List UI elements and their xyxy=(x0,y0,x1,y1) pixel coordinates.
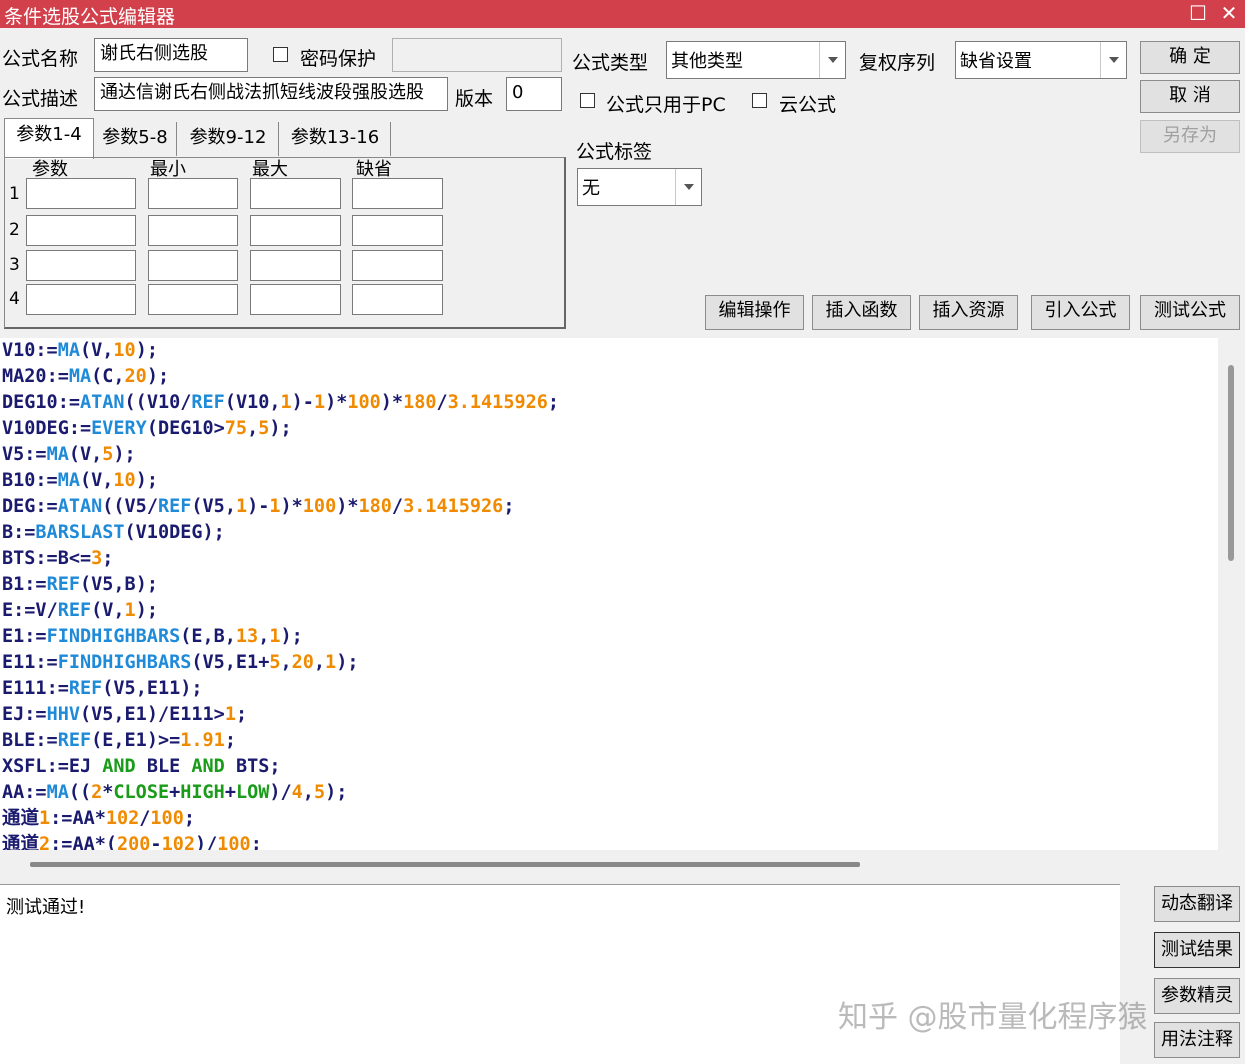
title-bar: 条件选股公式编辑器 ☐ ✕ xyxy=(0,0,1245,28)
param-max-input[interactable] xyxy=(250,250,341,281)
param-default-input[interactable] xyxy=(352,178,443,209)
code-line: B10:=MA(V,10); xyxy=(2,470,158,491)
desc-field[interactable]: 通达信谢氏右侧战法抓短线波段强股选股 xyxy=(94,77,448,111)
edit-operation-button[interactable]: 编辑操作 xyxy=(705,295,804,330)
password-field xyxy=(392,38,562,72)
tag-value: 无 xyxy=(582,178,600,199)
param-max-input[interactable] xyxy=(250,215,341,246)
vertical-scrollbar[interactable] xyxy=(1228,365,1234,561)
maximize-icon[interactable]: ☐ xyxy=(1182,0,1214,28)
code-line: BLE:=REF(E,E1)>=1.91; xyxy=(2,730,236,751)
param-name-input[interactable] xyxy=(26,178,136,209)
code-line: B:=BARSLAST(V10DEG); xyxy=(2,522,225,543)
insert-resource-button[interactable]: 插入资源 xyxy=(919,295,1018,330)
code-line: AA:=MA((2*CLOSE+HIGH+LOW)/4,5); xyxy=(2,782,348,803)
type-select[interactable]: 其他类型 xyxy=(666,41,846,79)
name-label: 公式名称 xyxy=(2,48,79,70)
window-title: 条件选股公式编辑器 xyxy=(4,6,176,28)
tag-select[interactable]: 无 xyxy=(577,168,702,206)
chevron-down-icon[interactable] xyxy=(819,42,845,78)
type-value: 其他类型 xyxy=(671,51,743,72)
restore-select[interactable]: 缺省设置 xyxy=(955,41,1127,79)
restore-label: 复权序列 xyxy=(859,52,936,74)
param-wizard-button[interactable]: 参数精灵 xyxy=(1154,978,1240,1014)
cloud-checkbox[interactable] xyxy=(752,93,767,108)
result-text: 测试通过! xyxy=(6,897,86,918)
code-line: EJ:=HHV(V5,E1)/E111>1; xyxy=(2,704,248,725)
code-line: MA20:=MA(C,20); xyxy=(2,366,170,387)
code-line: V10DEG:=EVERY(DEG10>75,5); xyxy=(2,418,292,439)
usage-notes-button[interactable]: 用法注释 xyxy=(1154,1022,1240,1058)
param-min-input[interactable] xyxy=(148,178,238,209)
ok-button[interactable]: 确 定 xyxy=(1140,41,1240,74)
param-min-input[interactable] xyxy=(148,284,238,315)
param-row-number: 2 xyxy=(9,220,20,240)
chevron-down-icon[interactable] xyxy=(1100,42,1126,78)
param-min-input[interactable] xyxy=(148,250,238,281)
code-line: E:=V/REF(V,1); xyxy=(2,600,158,621)
result-panel: 测试通过! xyxy=(0,884,1120,1064)
code-line: V5:=MA(V,5); xyxy=(2,444,136,465)
code-line: XSFL:=EJ AND BLE AND BTS; xyxy=(2,756,281,777)
insert-function-button[interactable]: 插入函数 xyxy=(812,295,911,330)
password-label: 密码保护 xyxy=(300,48,377,70)
param-default-input[interactable] xyxy=(352,215,443,246)
code-line: DEG:=ATAN((V5/REF(V5,1)-1)*100)*180/3.14… xyxy=(2,496,515,517)
param-name-input[interactable] xyxy=(26,284,136,315)
close-icon[interactable]: ✕ xyxy=(1213,0,1245,28)
tag-label: 公式标签 xyxy=(576,141,653,163)
code-line: 通道1:=AA*102/100; xyxy=(2,808,195,829)
import-formula-button[interactable]: 引入公式 xyxy=(1031,295,1130,330)
version-label: 版本 xyxy=(455,88,494,110)
code-line: E1:=FINDHIGHBARS(E,B,13,1); xyxy=(2,626,303,647)
param-row-number: 3 xyxy=(9,255,20,275)
code-line: V10:=MA(V,10); xyxy=(2,340,158,361)
test-formula-button[interactable]: 测试公式 xyxy=(1140,295,1240,330)
cancel-button[interactable]: 取 消 xyxy=(1140,80,1240,113)
param-name-input[interactable] xyxy=(26,215,136,246)
code-line: E11:=FINDHIGHBARS(V5,E1+5,20,1); xyxy=(2,652,359,673)
tab-params-9-12[interactable]: 参数9-12 xyxy=(178,122,279,156)
param-row-number: 4 xyxy=(9,289,20,309)
watermark: 知乎 @股市量化程序猿 xyxy=(838,1000,1148,1035)
restore-value: 缺省设置 xyxy=(960,51,1032,72)
param-min-input[interactable] xyxy=(148,215,238,246)
param-max-input[interactable] xyxy=(250,284,341,315)
code-line: BTS:=B<=3; xyxy=(2,548,114,569)
pc-only-checkbox[interactable] xyxy=(580,93,595,108)
desc-label: 公式描述 xyxy=(2,88,79,110)
param-default-input[interactable] xyxy=(352,284,443,315)
param-default-input[interactable] xyxy=(352,250,443,281)
code-line: B1:=REF(V5,B); xyxy=(2,574,158,595)
tab-params-1-4[interactable]: 参数1-4 xyxy=(4,118,94,159)
test-result-button[interactable]: 测试结果 xyxy=(1154,932,1240,968)
code-editor[interactable]: V10:=MA(V,10); MA20:=MA(C,20); DEG10:=ATAN… xyxy=(0,338,1218,850)
version-field[interactable]: 0 xyxy=(506,77,562,111)
cloud-label: 云公式 xyxy=(779,94,837,116)
password-checkbox[interactable] xyxy=(273,47,288,62)
save-as-button[interactable]: 另存为 xyxy=(1140,120,1240,153)
code-line: E111:=REF(V5,E11); xyxy=(2,678,203,699)
param-row-number: 1 xyxy=(9,184,20,204)
tab-params-13-16[interactable]: 参数13-16 xyxy=(280,122,391,156)
param-max-input[interactable] xyxy=(250,178,341,209)
code-line: DEG10:=ATAN((V10/REF(V10,1)-1)*100)*180/… xyxy=(2,392,560,413)
type-label: 公式类型 xyxy=(572,52,649,74)
code-lines: V10:=MA(V,10); MA20:=MA(C,20); DEG10:=ATAN… xyxy=(2,338,559,850)
code-line: 通道2:=AA*(200-102)/100; xyxy=(2,834,262,850)
pc-only-label: 公式只用于PC xyxy=(606,94,726,116)
param-name-input[interactable] xyxy=(26,250,136,281)
dynamic-translate-button[interactable]: 动态翻译 xyxy=(1154,886,1240,922)
chevron-down-icon[interactable] xyxy=(675,169,701,205)
name-field[interactable]: 谢氏右侧选股 xyxy=(94,38,248,72)
horizontal-scrollbar[interactable] xyxy=(30,862,860,867)
tab-params-5-8[interactable]: 参数5-8 xyxy=(94,122,177,156)
